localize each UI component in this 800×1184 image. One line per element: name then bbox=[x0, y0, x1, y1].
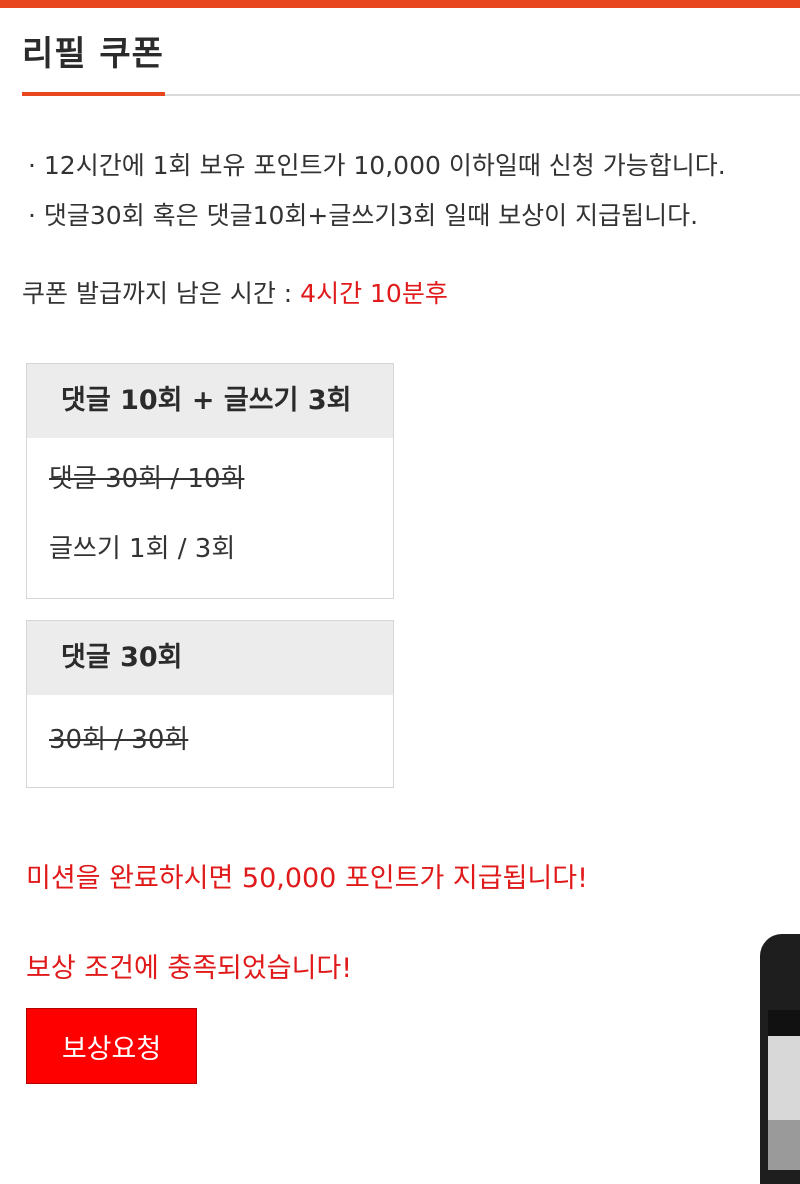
mission-card-title: 댓글 10회 + 글쓰기 3회 bbox=[27, 364, 393, 438]
reward-info-message: 미션을 완료하시면 50,000 포인트가 지급됩니다! bbox=[26, 863, 588, 894]
comment-progress-completed: 30회 / 30회 bbox=[49, 725, 189, 755]
mission-card-title: 댓글 30회 bbox=[27, 621, 393, 695]
post-progress: 글쓰기 1회 / 3회 bbox=[49, 534, 236, 564]
remaining-time-label: 쿠폰 발급까지 남은 시간 : bbox=[22, 279, 301, 308]
title-underline-accent bbox=[22, 92, 165, 96]
notice-item-eligibility: · 12시간에 1회 보유 포인트가 10,000 이하일때 신청 가능합니다. bbox=[28, 151, 726, 180]
page-title: 리필 쿠폰 bbox=[22, 34, 164, 74]
remaining-time: 쿠폰 발급까지 남은 시간 : 4시간 10분후 bbox=[22, 274, 448, 310]
remaining-time-value: 4시간 10분후 bbox=[300, 279, 448, 308]
thumbnail-screen-top bbox=[768, 1010, 800, 1036]
top-accent-bar bbox=[0, 0, 800, 8]
mission-card-comment-only: 댓글 30회 30회 / 30회 bbox=[26, 620, 394, 788]
comment-progress-completed: 댓글 30회 / 10회 bbox=[49, 464, 245, 494]
condition-met-message: 보상 조건에 충족되었습니다! bbox=[26, 953, 353, 984]
request-reward-button[interactable]: 보상요청 bbox=[26, 1008, 197, 1084]
thumbnail-screen-shade bbox=[768, 1120, 800, 1170]
notice-item-condition: · 댓글30회 혹은 댓글10회+글쓰기3회 일때 보상이 지급됩니다. bbox=[28, 201, 699, 230]
mission-card-comment-post: 댓글 10회 + 글쓰기 3회 댓글 30회 / 10회 글쓰기 1회 / 3회 bbox=[26, 363, 394, 599]
